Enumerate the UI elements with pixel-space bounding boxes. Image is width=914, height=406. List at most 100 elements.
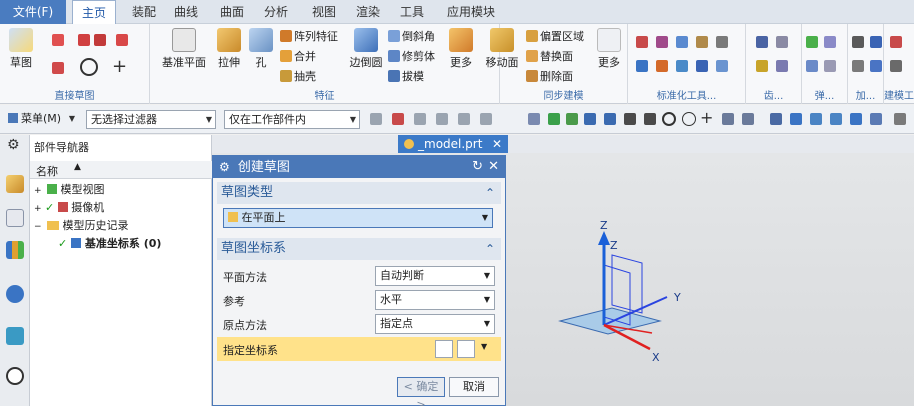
checkbox-icon[interactable]: ✓ (58, 237, 67, 250)
extrude-button[interactable]: 拉伸 (212, 26, 246, 76)
tab-app-modules[interactable]: 应用模块 (440, 0, 502, 24)
snap-k-icon[interactable] (604, 113, 616, 125)
point-icon[interactable]: + (112, 56, 127, 77)
view-a-icon[interactable] (770, 113, 782, 125)
arc-icon[interactable] (52, 34, 64, 46)
column-header[interactable]: 名称 ▲ (30, 161, 212, 179)
csys-inferred-icon[interactable] (457, 340, 475, 358)
tool-c-icon[interactable] (676, 36, 688, 48)
mach-a-icon[interactable] (852, 36, 864, 48)
ok-button[interactable]: < 确定 > (397, 377, 445, 406)
tool-b-icon[interactable] (656, 36, 668, 48)
tool-h-icon[interactable] (676, 60, 688, 72)
checkbox-icon[interactable]: ✓ (45, 201, 54, 214)
cancel-button[interactable]: 取消 (449, 377, 499, 397)
mach-d-icon[interactable] (870, 60, 882, 72)
history-icon[interactable] (6, 327, 24, 345)
tool-j-icon[interactable] (716, 60, 728, 72)
dialog-title-bar[interactable]: ⚙ 创建草图 ↻ ✕ (213, 156, 505, 178)
expand-icon[interactable]: + (34, 204, 42, 214)
web-browser-icon[interactable] (6, 285, 24, 303)
tool-a-icon[interactable] (636, 36, 648, 48)
view-b-icon[interactable] (790, 113, 802, 125)
tree-item-camera[interactable]: + ✓ 摄像机 (30, 199, 104, 216)
selection-scope-select[interactable]: 仅在工作部件内 ▼ (224, 110, 360, 129)
tab-tools[interactable]: 工具 (392, 0, 432, 24)
section-sketch-csys[interactable]: 草图坐标系 ⌃ (217, 238, 501, 260)
tab-curve[interactable]: 曲线 (166, 0, 206, 24)
chevron-down-icon[interactable]: ▼ (481, 342, 487, 351)
snap-l-icon[interactable] (624, 113, 636, 125)
tab-model-prt[interactable]: _model.prt ✕ (398, 135, 508, 153)
tab-analysis[interactable]: 分析 (256, 0, 296, 24)
mach-b-icon[interactable] (870, 36, 882, 48)
snap-d-icon[interactable] (436, 113, 448, 125)
close-icon[interactable]: ✕ (488, 156, 499, 178)
mtool-a-icon[interactable] (890, 36, 902, 48)
unite-button[interactable]: 合并 (280, 48, 316, 66)
origin-method-select[interactable]: 指定点 ▼ (375, 314, 495, 334)
view-g-icon[interactable] (894, 113, 906, 125)
line-vertical-icon[interactable] (94, 34, 106, 46)
view-f-icon[interactable] (870, 113, 882, 125)
tab-render[interactable]: 渲染 (348, 0, 388, 24)
csys-dialog-icon[interactable] (435, 340, 453, 358)
edge-blend-button[interactable]: 边倒圆 (346, 26, 386, 76)
snap-o-icon[interactable] (742, 113, 754, 125)
draft-button[interactable]: 拔模 (388, 68, 424, 86)
tool-i-icon[interactable] (696, 60, 708, 72)
snap-f-icon[interactable] (480, 113, 492, 125)
trim-body-button[interactable]: 修剪体 (388, 48, 435, 66)
chamfer-button[interactable]: 倒斜角 (388, 28, 435, 46)
menu-button[interactable]: 菜单(M) ▼ (4, 110, 78, 129)
snap-n-icon[interactable] (722, 113, 734, 125)
arc-curve-icon[interactable] (52, 62, 64, 74)
snap-h-icon[interactable] (548, 113, 560, 125)
tool-d-icon[interactable] (696, 36, 708, 48)
collapse-icon[interactable]: − (34, 222, 42, 232)
tool-e-icon[interactable] (716, 36, 728, 48)
tree-item-model-history[interactable]: − 模型历史记录 (30, 217, 129, 234)
snap-i-icon[interactable] (566, 113, 578, 125)
more-features-button[interactable]: 更多 (444, 26, 478, 76)
gear-icon[interactable]: ⚙ (7, 137, 20, 153)
snap-point-icon[interactable]: + (700, 108, 713, 127)
specify-csys-row[interactable]: 指定坐标系 ▼ (217, 337, 501, 361)
collapse-up-icon[interactable]: ⌃ (485, 182, 495, 204)
view-e-icon[interactable] (850, 113, 862, 125)
delete-face-button[interactable]: 删除面 (526, 68, 573, 86)
replace-face-button[interactable]: 替换面 (526, 48, 573, 66)
move-face-button[interactable]: 移动面 (482, 26, 522, 76)
more-sync-button[interactable]: 更多 (592, 26, 626, 76)
collapse-up-icon[interactable]: ⌃ (485, 238, 495, 260)
spring-b-icon[interactable] (824, 36, 836, 48)
snap-circle-icon[interactable] (682, 112, 696, 126)
sketch-button[interactable]: 草图 (4, 26, 38, 76)
snap-b-icon[interactable] (392, 113, 404, 125)
tool-g-icon[interactable] (656, 60, 668, 72)
view-c-icon[interactable] (810, 113, 822, 125)
pattern-feature-button[interactable]: 阵列特征 (280, 28, 338, 46)
sketch-type-select[interactable]: 在平面上 ▼ (223, 208, 493, 228)
snap-g-icon[interactable] (528, 113, 540, 125)
datum-plane-button[interactable]: 基准平面 (162, 26, 206, 76)
mach-c-icon[interactable] (852, 60, 864, 72)
reuse-library-icon[interactable] (6, 241, 24, 259)
tab-surface[interactable]: 曲面 (212, 0, 252, 24)
close-icon[interactable]: ✕ (492, 135, 502, 153)
circle-icon[interactable] (80, 58, 98, 76)
tree-item-model-views[interactable]: + 模型视图 (30, 181, 105, 198)
tool-f-icon[interactable] (636, 60, 648, 72)
mtool-b-icon[interactable] (890, 60, 902, 72)
assembly-navigator-icon[interactable] (6, 175, 24, 193)
view-d-icon[interactable] (830, 113, 842, 125)
snap-m-icon[interactable] (644, 113, 656, 125)
part-navigator-icon[interactable] (6, 209, 24, 227)
shell-button[interactable]: 抽壳 (280, 68, 316, 86)
selection-filter-select[interactable]: 无选择过滤器 ▼ (86, 110, 216, 129)
snap-e-icon[interactable] (458, 113, 470, 125)
tree-item-datum-csys[interactable]: ✓ 基准坐标系 (0) (58, 235, 161, 252)
plane-method-select[interactable]: 自动判断 ▼ (375, 266, 495, 286)
tab-home[interactable]: 主页 (72, 0, 116, 25)
line-diagonal-icon[interactable] (116, 34, 128, 46)
